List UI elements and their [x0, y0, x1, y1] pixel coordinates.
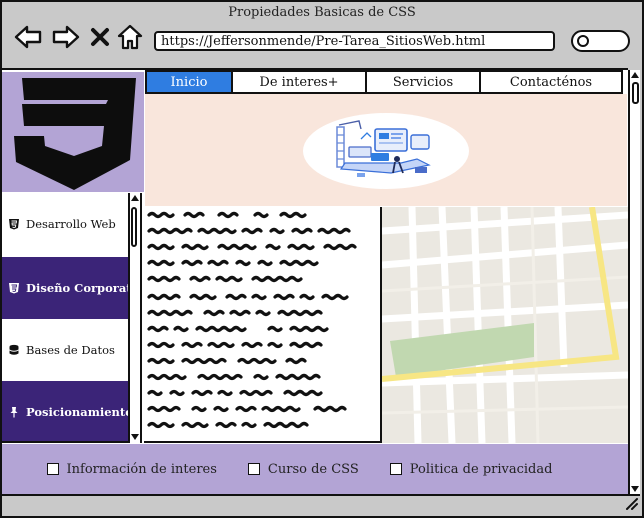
footer-link-informacion[interactable]: Información de interes [46, 461, 217, 477]
sidebar-item-label: Desarrollo Web [26, 217, 116, 231]
search-box[interactable] [571, 30, 630, 52]
sidebar-item-diseno-corporativo[interactable]: Diseño Corporativo [2, 257, 140, 319]
forward-icon[interactable] [52, 24, 80, 50]
hero-ellipse [303, 113, 469, 189]
checkbox-icon [247, 463, 260, 475]
page-scrollbar[interactable] [628, 70, 640, 494]
footer-link-label: Curso de CSS [267, 461, 359, 477]
css3-icon [9, 283, 19, 294]
tab-contactenos[interactable]: Contacténos [481, 72, 621, 92]
top-navigation: Inicio De interes+ Servicios Contacténos [145, 70, 623, 94]
tab-inicio[interactable]: Inicio [147, 72, 233, 92]
url-bar[interactable]: https://Jeffersonmende/Pre-Tarea_SitiosW… [154, 31, 555, 51]
close-icon[interactable] [88, 24, 112, 50]
home-icon[interactable] [117, 24, 143, 50]
scroll-up-icon[interactable] [631, 72, 639, 78]
footer-link-privacidad[interactable]: Politica de privacidad [389, 461, 553, 477]
sidebar-item-label: Bases de Datos [26, 343, 115, 357]
sidebar-item-bases-de-datos[interactable]: Bases de Datos [2, 319, 130, 381]
sidebar-scrollbar[interactable] [128, 193, 140, 443]
scroll-up-icon[interactable] [131, 195, 139, 201]
sidebar-item-posicionamiento[interactable]: Posicionamiento [2, 381, 133, 441]
scroll-thumb[interactable] [632, 82, 639, 104]
status-bar [2, 494, 640, 514]
footer-link-curso-css[interactable]: Curso de CSS [247, 461, 359, 477]
web-development-illustration [336, 120, 431, 177]
tab-de-interes[interactable]: De interes+ [233, 72, 367, 92]
scribble-text-placeholder [147, 211, 357, 429]
checkbox-icon [46, 463, 59, 475]
css3-logo [14, 78, 136, 190]
footer: Información de interes Curso de CSS Poli… [2, 444, 628, 494]
location-map[interactable] [382, 207, 628, 443]
database-icon [9, 344, 19, 355]
scroll-thumb[interactable] [131, 207, 137, 247]
placeholder-text-block [144, 207, 382, 443]
search-icon [577, 35, 589, 47]
scroll-down-icon[interactable] [631, 486, 639, 492]
hero-banner [145, 94, 627, 206]
scroll-down-icon[interactable] [131, 434, 139, 440]
logo-panel [2, 72, 144, 192]
footer-link-label: Politica de privacidad [409, 461, 553, 477]
window-title: Propiedades Basicas de CSS [228, 5, 416, 20]
html5-icon [9, 219, 19, 230]
sidebar-item-desarrollo-web[interactable]: Desarrollo Web [2, 193, 130, 255]
back-icon[interactable] [14, 24, 42, 50]
sidebar-item-label: Posicionamiento [26, 405, 133, 419]
tab-servicios[interactable]: Servicios [367, 72, 481, 92]
resize-grip-icon[interactable] [624, 496, 638, 510]
sidebar: Desarrollo Web Diseño Corporativo Bases … [2, 193, 142, 443]
map-graphic [382, 207, 628, 443]
pin-icon [10, 407, 18, 418]
sidebar-item-label: Diseño Corporativo [26, 281, 142, 295]
footer-link-label: Información de interes [66, 461, 217, 477]
checkbox-icon [389, 463, 402, 475]
